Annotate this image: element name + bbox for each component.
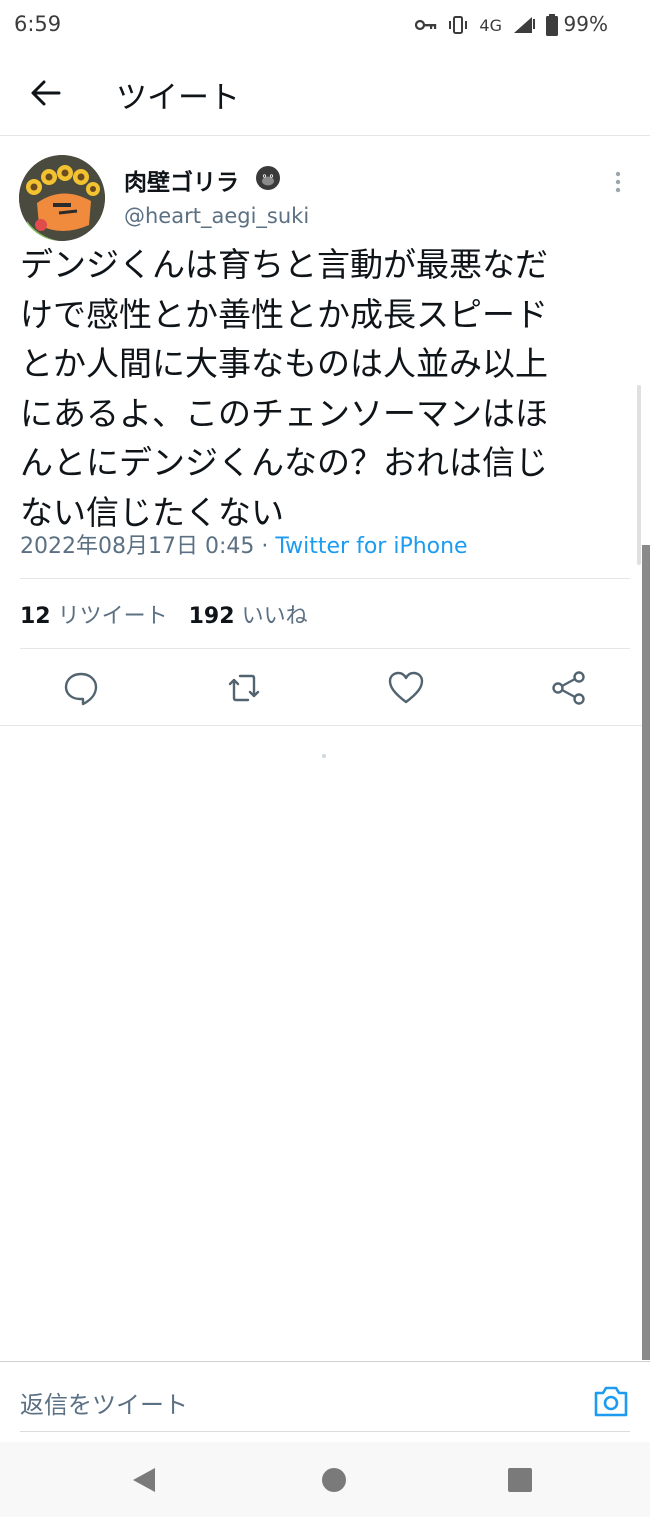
avatar[interactable] <box>19 155 105 241</box>
tweet-text: デンジくんは育ちと言動が最悪なだ けで感性とか善性とか成長スピード とか人間に大… <box>20 245 548 532</box>
battery-percent: 99% <box>563 12 608 36</box>
nav-recents-icon[interactable] <box>508 1468 532 1492</box>
status-icons: 4G <box>415 14 558 36</box>
retweet-label: リツイート <box>57 604 168 629</box>
divider <box>20 578 630 579</box>
app-header: ツイート <box>0 50 650 136</box>
meta-separator: · <box>254 534 276 559</box>
heart-icon[interactable] <box>386 668 426 708</box>
status-time: 6:59 <box>14 12 62 36</box>
share-icon[interactable] <box>549 668 589 708</box>
display-name[interactable]: 肉壁ゴリラ <box>124 163 239 197</box>
tweet-source-link[interactable]: Twitter for iPhone <box>275 534 467 559</box>
arrow-left-icon[interactable] <box>28 78 62 108</box>
nav-back-icon[interactable] <box>131 1466 157 1494</box>
retweet-icon[interactable] <box>224 668 264 708</box>
reply-icon[interactable] <box>61 668 101 708</box>
scrollbar[interactable] <box>642 545 650 1360</box>
retweet-count: 12 <box>20 604 51 629</box>
loading-dot <box>322 754 326 758</box>
reply-underline <box>20 1431 630 1432</box>
divider <box>20 648 630 649</box>
network-label: 4G <box>479 15 502 35</box>
reply-input[interactable]: 返信をツイート <box>20 1385 188 1420</box>
user-handle[interactable]: @heart_aegi_suki <box>124 204 309 228</box>
tweet-stats: 12 リツイート 192 いいね <box>20 598 308 630</box>
more-vertical-icon[interactable] <box>608 170 628 194</box>
like-stat[interactable]: 192 いいね <box>189 604 308 629</box>
like-count: 192 <box>188 604 235 629</box>
gorilla-emoji-icon <box>256 166 280 190</box>
like-label: いいね <box>241 604 308 629</box>
battery-icon <box>546 14 558 36</box>
vibrate-icon <box>449 16 468 34</box>
signal-icon <box>514 17 535 33</box>
tweet-meta: 2022年08月17日 0:45 · Twitter for iPhone <box>20 528 468 560</box>
page-title: ツイート <box>116 80 240 116</box>
key-icon <box>415 19 437 31</box>
divider <box>0 725 650 726</box>
tweet-timestamp: 2022年08月17日 0:45 <box>20 534 255 559</box>
camera-icon[interactable] <box>592 1383 630 1419</box>
retweet-stat[interactable]: 12 リツイート <box>20 604 168 629</box>
status-bar: 6:59 4G 99% <box>0 0 650 50</box>
nav-home-icon[interactable] <box>322 1468 346 1492</box>
scroll-track <box>637 385 641 565</box>
